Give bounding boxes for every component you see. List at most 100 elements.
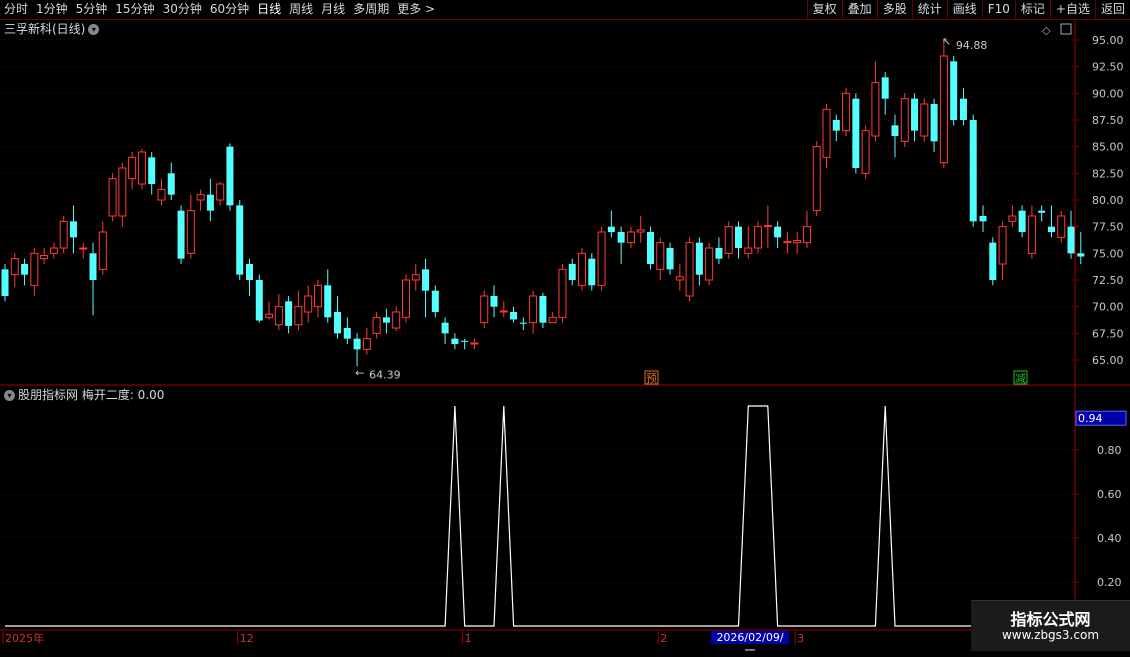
indicator-current-value: 0.94 <box>1078 412 1103 425</box>
candle-body-up <box>294 306 303 326</box>
function-button-4[interactable]: 画线 <box>946 0 982 19</box>
candle-body-up <box>392 311 401 329</box>
function-button-1[interactable]: 叠加 <box>841 0 877 19</box>
period-tab-0[interactable]: 分时 <box>0 0 32 19</box>
candle-body-up <box>724 226 733 254</box>
price-tick-label: 82.50 <box>1092 167 1124 180</box>
candle-body-down <box>646 232 654 264</box>
period-tab-8[interactable]: 月线 <box>317 0 349 19</box>
candle-body-down <box>148 157 156 184</box>
candle-body-down <box>226 146 234 206</box>
candle-body-up <box>705 247 714 281</box>
candle-body-up <box>822 108 831 158</box>
candle-body-up <box>842 92 851 132</box>
candle-body-up <box>265 313 274 318</box>
date-label: 3 <box>797 632 804 645</box>
candle-body-down <box>441 322 449 334</box>
candle-body-up <box>401 279 410 318</box>
candle-body-down <box>715 248 723 259</box>
candle-body-up <box>480 295 489 324</box>
function-button-6[interactable]: 标记 <box>1014 0 1050 19</box>
candle-body-up <box>274 306 283 326</box>
candle-body-up <box>30 252 39 286</box>
candle-body-up <box>411 274 420 281</box>
candle-body-down <box>422 269 430 291</box>
stock-title: 三孚新科(日线) <box>4 22 86 36</box>
period-tab-3[interactable]: 15分钟 <box>111 0 158 19</box>
indicator-title: 股朋指标网 梅开二度: 0.00 <box>18 388 165 402</box>
candle-body-up <box>685 242 694 297</box>
price-tick-label: 77.50 <box>1092 221 1124 234</box>
candle-body-down <box>246 264 253 280</box>
dropdown-circle-icon[interactable]: ▾ <box>88 24 100 35</box>
candle-body-up <box>40 254 49 260</box>
low-arrow-icon: ← <box>355 366 364 379</box>
diamond-icon: ◇ <box>1042 24 1051 37</box>
candle-body-down <box>236 205 244 275</box>
candle-body-up <box>108 178 117 217</box>
candle-body-down <box>167 173 175 195</box>
candle-body-down <box>451 338 459 344</box>
candle-body-down <box>519 322 527 324</box>
candle-body-up <box>1057 215 1066 238</box>
function-button-0[interactable]: 复权 <box>806 0 842 19</box>
function-button-3[interactable]: 统计 <box>911 0 947 19</box>
marker-label: 预 <box>646 372 657 385</box>
candle-body-up <box>529 295 538 324</box>
period-tab-5[interactable]: 60分钟 <box>206 0 253 19</box>
period-tab-10[interactable]: 更多 > <box>393 0 439 19</box>
panel-toggle-icon <box>1060 23 1072 35</box>
price-tick-label: 95.00 <box>1092 34 1124 47</box>
candle-body-up <box>597 231 606 286</box>
period-tab-1[interactable]: 1分钟 <box>32 0 72 19</box>
function-button-8[interactable]: 返回 <box>1094 0 1130 19</box>
price-tick-label: 92.50 <box>1092 61 1124 74</box>
candle-body-down <box>617 232 625 243</box>
indicator-tick-label: 0.60 <box>1097 488 1122 501</box>
high-arrow-icon: ↖ <box>942 35 951 48</box>
chart-canvas[interactable]: 95.00 92.50 90.00 87.50 85.00 82.50 80.00 77.50… <box>0 0 1130 650</box>
indicator-title-bar: ▾ 股朋指标网 梅开二度: 0.00 <box>4 387 164 403</box>
candle-body-up <box>59 220 68 249</box>
period-tab-7[interactable]: 周线 <box>285 0 317 19</box>
candle-body-down <box>89 253 97 280</box>
period-tab-9[interactable]: 多周期 <box>349 0 393 19</box>
candle-body-down <box>324 285 332 318</box>
candle-body-up <box>920 103 929 137</box>
candle-body-up <box>499 310 508 313</box>
candle-body-down <box>735 226 742 248</box>
candle-body-down <box>285 301 293 326</box>
watermark-title: 指标公式网 <box>1010 610 1091 629</box>
candle-body-up <box>675 276 684 281</box>
candle-body-up <box>636 229 645 233</box>
candle-body-up <box>313 284 322 308</box>
candle-body-up <box>128 156 137 180</box>
period-tabs: 分时 1分钟 5分钟 15分钟 30分钟 60分钟 日线 周线 月线 多周期 更多 > <box>0 0 439 19</box>
candle-body-up <box>372 316 381 334</box>
candle-body-up <box>802 226 811 244</box>
candle-body-up <box>656 242 665 270</box>
period-tab-2[interactable]: 5分钟 <box>72 0 112 19</box>
candle-body-down <box>461 340 469 342</box>
candle-body-down <box>911 98 919 131</box>
candle-body-up <box>304 295 313 313</box>
period-tab-4[interactable]: 30分钟 <box>159 0 206 19</box>
candle-body-up <box>871 82 880 137</box>
candle-body-up <box>783 241 792 244</box>
candle-body-down <box>989 242 997 280</box>
candle-body-down <box>69 221 77 238</box>
indicator-dropdown-icon[interactable]: ▾ <box>4 390 15 401</box>
candle-body-up <box>362 338 371 350</box>
function-button-5[interactable]: F10 <box>981 0 1015 19</box>
period-toolbar: 分时 1分钟 5分钟 15分钟 30分钟 60分钟 日线 周线 月线 多周期 更多 > 复权 叠加 多股… <box>0 0 1130 20</box>
high-price-label: 94.88 <box>956 39 988 52</box>
function-button-2[interactable]: 多股 <box>876 0 912 19</box>
candle-body-up <box>939 55 948 164</box>
candle-body-down <box>353 338 361 350</box>
function-button-7[interactable]: +自选 <box>1049 0 1095 19</box>
low-price-label: 64.39 <box>369 368 401 381</box>
price-tick-label: 87.50 <box>1092 114 1124 127</box>
candle-body-up <box>49 247 58 254</box>
candle-body-down <box>206 194 214 211</box>
period-tab-6[interactable]: 日线 <box>253 0 285 19</box>
